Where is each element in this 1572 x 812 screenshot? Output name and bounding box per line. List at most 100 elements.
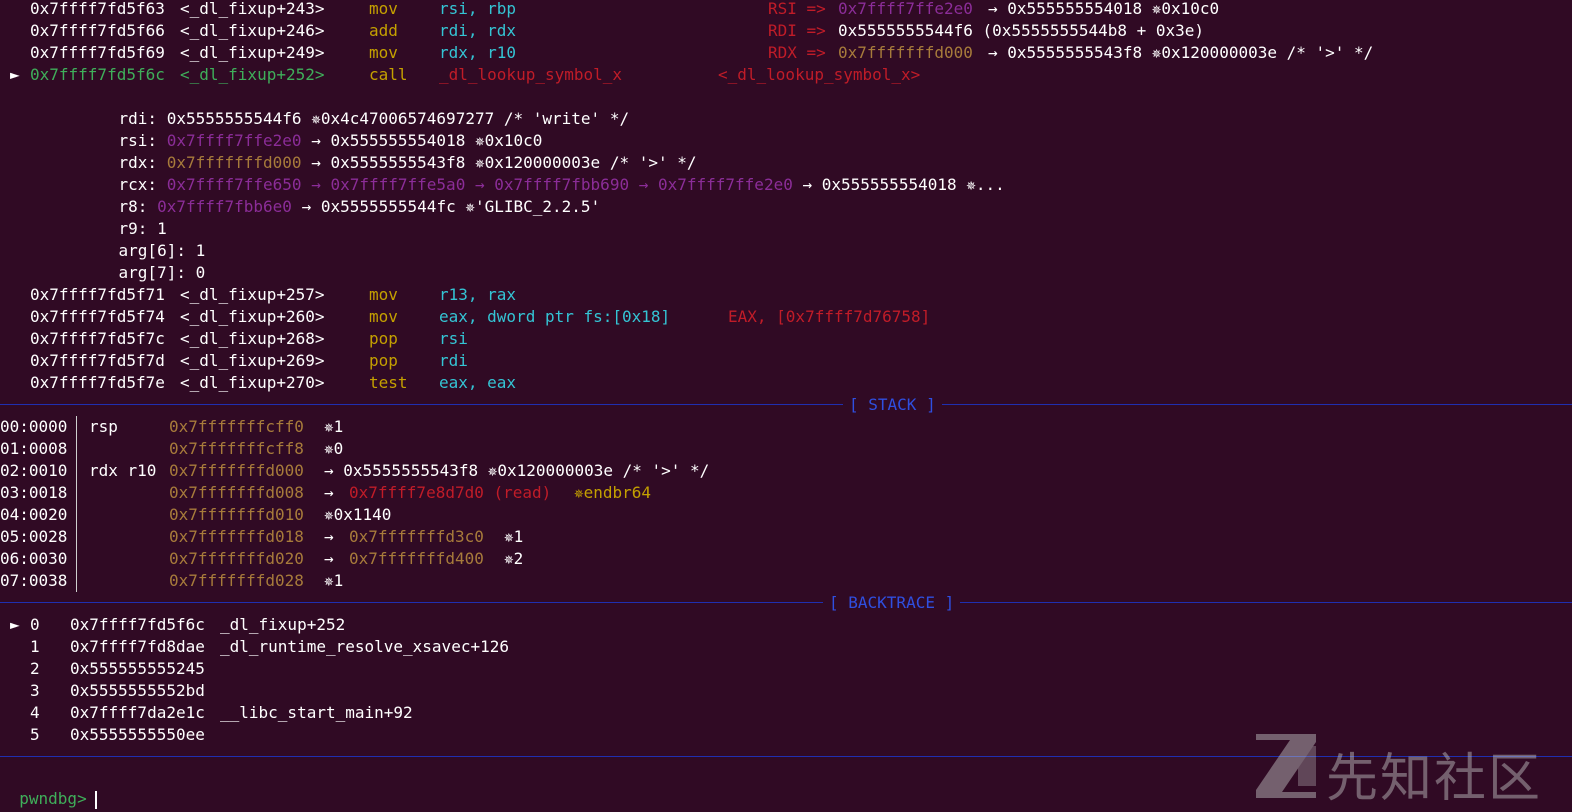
arg-pointer: 0x7ffff7fbb6e0 — [157, 197, 292, 216]
stack-addr: 0x7fffffffd018 — [169, 527, 304, 546]
disasm-symbol: <_dl_fixup+269> — [180, 351, 325, 370]
disasm-addr: 0x7ffff7fd5f63 — [30, 0, 165, 18]
disasm-addr: 0x7ffff7fd5f66 — [30, 21, 165, 40]
frame-addr: 0x5555555550ee — [70, 725, 205, 744]
disasm-operands: eax, dword ptr fs:[0x18] — [439, 307, 671, 326]
call-arg: arg[7]: 0 — [80, 240, 206, 282]
disasm-addr: 0x7ffff7fd5f6c — [30, 65, 165, 84]
watermark-logo: 先知社区 — [1252, 730, 1552, 809]
stack-offset: 05:0028 — [0, 527, 68, 546]
stack-chain: ✵1 — [324, 417, 344, 436]
stack-chain-pointer: 0x7ffff7e8d7d0 (read) — [349, 483, 552, 502]
arg-value: → 0x5555555544fc ✵'GLIBC_2.2.5' — [301, 197, 601, 216]
stack-offset: 00:0000 — [0, 417, 68, 436]
stack-addr: 0x7fffffffd010 — [169, 505, 304, 524]
frame-symbol: __libc_start_main+92 — [220, 703, 413, 722]
stack-separator — [0, 404, 1572, 405]
frame-symbol: _dl_runtime_resolve_xsavec+126 — [220, 637, 509, 656]
disasm-operands: rsi — [439, 329, 468, 348]
disasm-line[interactable]: 0x7ffff7fd5f7d <_dl_fixup+269> pop rdi — [0, 350, 1572, 372]
disasm-annot-reg: RDX => — [768, 43, 826, 62]
stack-addr: 0x7fffffffcff8 — [169, 439, 304, 458]
text-cursor — [94, 790, 97, 809]
stack-row[interactable]: 02:0010 rdx r10 0x7fffffffd000 → 0x55555… — [0, 460, 1572, 482]
disasm-annot-rest: 0x5555555544f6 (0x5555555544b8 + 0x3e) — [838, 21, 1205, 40]
disasm-mnemonic: pop — [369, 329, 398, 348]
frame-addr: 0x5555555552bd — [70, 681, 205, 700]
disasm-line[interactable]: 0x7ffff7fd5f63 <_dl_fixup+243> mov rsi, … — [0, 0, 1572, 20]
disasm-addr: 0x7ffff7fd5f7e — [30, 373, 165, 392]
disasm-symbol: <_dl_fixup+246> — [180, 21, 325, 40]
disasm-annot-reg: RSI => — [768, 0, 826, 18]
disasm-addr: 0x7ffff7fd5f74 — [30, 307, 165, 326]
prompt-label: pwndbg> — [19, 789, 87, 808]
disasm-symbol: <_dl_fixup+257> — [180, 285, 325, 304]
disasm-line[interactable]: 0x7ffff7fd5f74 <_dl_fixup+260> mov eax, … — [0, 306, 1572, 328]
stack-row[interactable]: 05:0028 0x7fffffffd018 → 0x7fffffffd3c0 … — [0, 526, 1572, 548]
stack-chain-pointer: 0x7fffffffd3c0 — [349, 527, 484, 546]
stack-row[interactable]: 06:0030 0x7fffffffd020 → 0x7fffffffd400 … — [0, 548, 1572, 570]
call-arg: rdx: 0x7fffffffd000 → 0x5555555543f8 ✵0x… — [80, 130, 697, 172]
current-frame-marker-icon: ► — [10, 615, 20, 634]
frame-index: 5 — [30, 725, 40, 744]
disasm-line[interactable]: 0x7ffff7fd5f7e <_dl_fixup+270> test eax,… — [0, 372, 1572, 394]
disasm-line[interactable]: 0x7ffff7fd5f7c <_dl_fixup+268> pop rsi — [0, 328, 1572, 350]
disasm-annot-ptr: 0x7fffffffd000 — [838, 43, 973, 62]
arg-name: arg[7]: — [118, 263, 186, 282]
stack-row[interactable]: 01:0008 0x7fffffffcff8 ✵0 — [0, 438, 1572, 460]
disasm-current-line[interactable]: ► 0x7ffff7fd5f6c <_dl_fixup+252> call _d… — [0, 64, 1572, 86]
frame-index: 3 — [30, 681, 40, 700]
stack-chain-tail: ✵endbr64 — [574, 483, 652, 502]
stack-addr: 0x7fffffffd028 — [169, 571, 304, 590]
disasm-annot-reg: RDI => — [768, 21, 826, 40]
stack-offset: 01:0008 — [0, 439, 68, 458]
call-arg: r9: 1 — [80, 196, 167, 238]
backtrace-frame[interactable]: 1 0x7ffff7fd8dae _dl_runtime_resolve_xsa… — [0, 636, 1572, 658]
disasm-mnemonic: mov — [369, 307, 398, 326]
command-prompt[interactable]: pwndbg> — [0, 766, 97, 809]
disasm-operands: rdi, rdx — [439, 21, 517, 40]
disasm-line[interactable]: 0x7ffff7fd5f66 <_dl_fixup+246> add rdi, … — [0, 20, 1572, 42]
backtrace-frame[interactable]: ► 0 0x7ffff7fd5f6c _dl_fixup+252 — [0, 614, 1572, 636]
stack-offset: 02:0010 — [0, 461, 68, 480]
disasm-operands: rdx, r10 — [439, 43, 517, 62]
stack-regs: rdx r10 — [89, 461, 157, 480]
backtrace-title: [ BACKTRACE ] — [823, 592, 961, 614]
backtrace-frame[interactable]: 4 0x7ffff7da2e1c __libc_start_main+92 — [0, 702, 1572, 724]
stack-addr: 0x7fffffffd020 — [169, 549, 304, 568]
stack-addr: 0x7fffffffd000 — [169, 461, 304, 480]
stack-chain-tail: ✵1 — [504, 527, 524, 546]
disasm-mnemonic: pop — [369, 351, 398, 370]
frame-symbol: _dl_fixup+252 — [220, 615, 346, 634]
stack-row[interactable]: 04:0020 0x7fffffffd010 ✵0x1140 — [0, 504, 1572, 526]
backtrace-frame[interactable]: 2 0x555555555245 — [0, 658, 1572, 680]
stack-offset: 03:0018 — [0, 483, 68, 502]
frame-index: 0 — [30, 615, 40, 634]
stack-title: [ STACK ] — [843, 394, 942, 416]
disasm-mnemonic: mov — [369, 285, 398, 304]
disasm-call-target-symbol: <_dl_lookup_symbol_x> — [718, 65, 921, 84]
stack-chain: → 0x5555555543f8 ✵0x120000003e /* '>' */ — [324, 461, 710, 480]
watermark-emblem-icon — [1256, 734, 1316, 798]
stack-row[interactable]: 03:0018 0x7fffffffd008 → 0x7ffff7e8d7d0 … — [0, 482, 1572, 504]
disasm-mnemonic: add — [369, 21, 398, 40]
stack-chain: ✵1 — [324, 571, 344, 590]
disasm-line[interactable]: 0x7ffff7fd5f71 <_dl_fixup+257> mov r13, … — [0, 284, 1572, 306]
disasm-symbol: <_dl_fixup+270> — [180, 373, 325, 392]
stack-chain: ✵0x1140 — [324, 505, 392, 524]
call-arg: arg[6]: 1 — [80, 218, 206, 260]
stack-row[interactable]: 07:0038 0x7fffffffd028 ✵1 — [0, 570, 1572, 592]
frame-index: 1 — [30, 637, 40, 656]
disasm-addr: 0x7ffff7fd5f69 — [30, 43, 165, 62]
stack-addr: 0x7fffffffcff0 — [169, 417, 304, 436]
stack-row[interactable]: 00:0000 rsp 0x7fffffffcff0 ✵1 — [0, 416, 1572, 438]
backtrace-separator — [0, 602, 1572, 603]
frame-index: 4 — [30, 703, 40, 722]
frame-addr: 0x7ffff7fd5f6c — [70, 615, 205, 634]
disasm-symbol: <_dl_fixup+268> — [180, 329, 325, 348]
frame-addr: 0x555555555245 — [70, 659, 205, 678]
backtrace-frame[interactable]: 3 0x5555555552bd — [0, 680, 1572, 702]
stack-regs: rsp — [89, 417, 118, 436]
disasm-line[interactable]: 0x7ffff7fd5f69 <_dl_fixup+249> mov rdx, … — [0, 42, 1572, 64]
disasm-operands: rsi, rbp — [439, 0, 517, 18]
